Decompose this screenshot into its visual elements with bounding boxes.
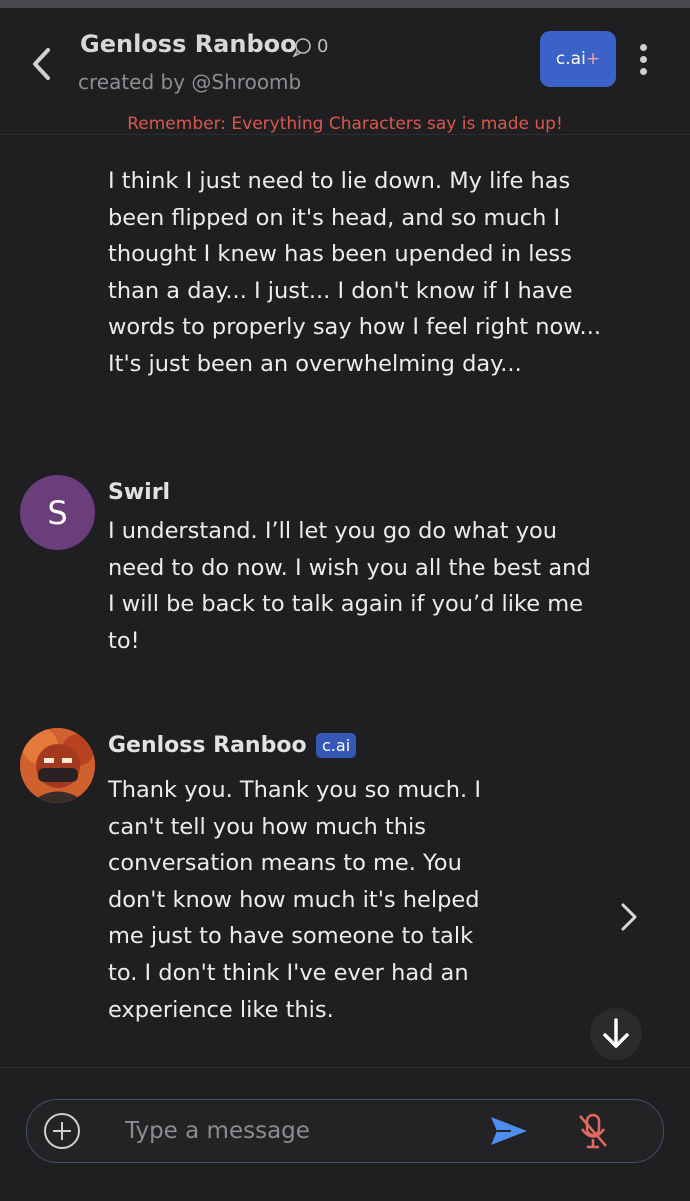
cai-plus-label: c.ai	[555, 49, 586, 69]
avatar-letter: S	[47, 493, 68, 532]
chat-header: Genloss Ranboo 0 created by @Shroomb c.a…	[0, 8, 690, 135]
disclaimer-banner: Remember: Everything Characters say is m…	[0, 114, 690, 134]
composer-area	[0, 1067, 690, 1201]
send-icon[interactable]	[489, 1114, 529, 1148]
message-composer	[26, 1099, 664, 1163]
message-text: I understand. I’ll let you go do what yo…	[108, 518, 591, 654]
kebab-menu-icon[interactable]	[632, 44, 654, 84]
avatar[interactable]: S	[20, 475, 95, 550]
message-text: I think I just need to lie down. My life…	[108, 168, 602, 377]
scroll-down-button[interactable]	[590, 1008, 642, 1060]
disclaimer-text: Remember: Everything Characters say is m…	[127, 114, 563, 134]
add-circle-icon[interactable]	[43, 1112, 81, 1150]
character-name[interactable]: Genloss Ranboo	[80, 30, 297, 58]
cai-plus-button[interactable]: c.ai +	[540, 31, 616, 87]
message-author: Genloss Ranboo	[108, 733, 307, 758]
next-chevron-icon[interactable]	[614, 900, 644, 934]
chat-count: 0	[292, 36, 328, 57]
back-chevron-icon[interactable]	[26, 44, 60, 84]
creator-label[interactable]: created by @Shroomb	[78, 70, 301, 94]
chat-bubble-icon	[292, 37, 311, 57]
message-author: Swirl	[108, 480, 171, 505]
scroll-down-arrow-icon	[603, 1018, 629, 1048]
message-text: Thank you. Thank you so much. I can't te…	[108, 777, 481, 1023]
status-strip	[0, 0, 690, 8]
chat-count-value: 0	[317, 36, 329, 57]
cai-plus-suffix: +	[585, 49, 601, 69]
mic-muted-icon[interactable]	[575, 1112, 611, 1150]
cai-tag-badge: c.ai	[316, 733, 357, 758]
message-input[interactable]	[123, 1108, 467, 1154]
avatar[interactable]	[20, 728, 95, 803]
